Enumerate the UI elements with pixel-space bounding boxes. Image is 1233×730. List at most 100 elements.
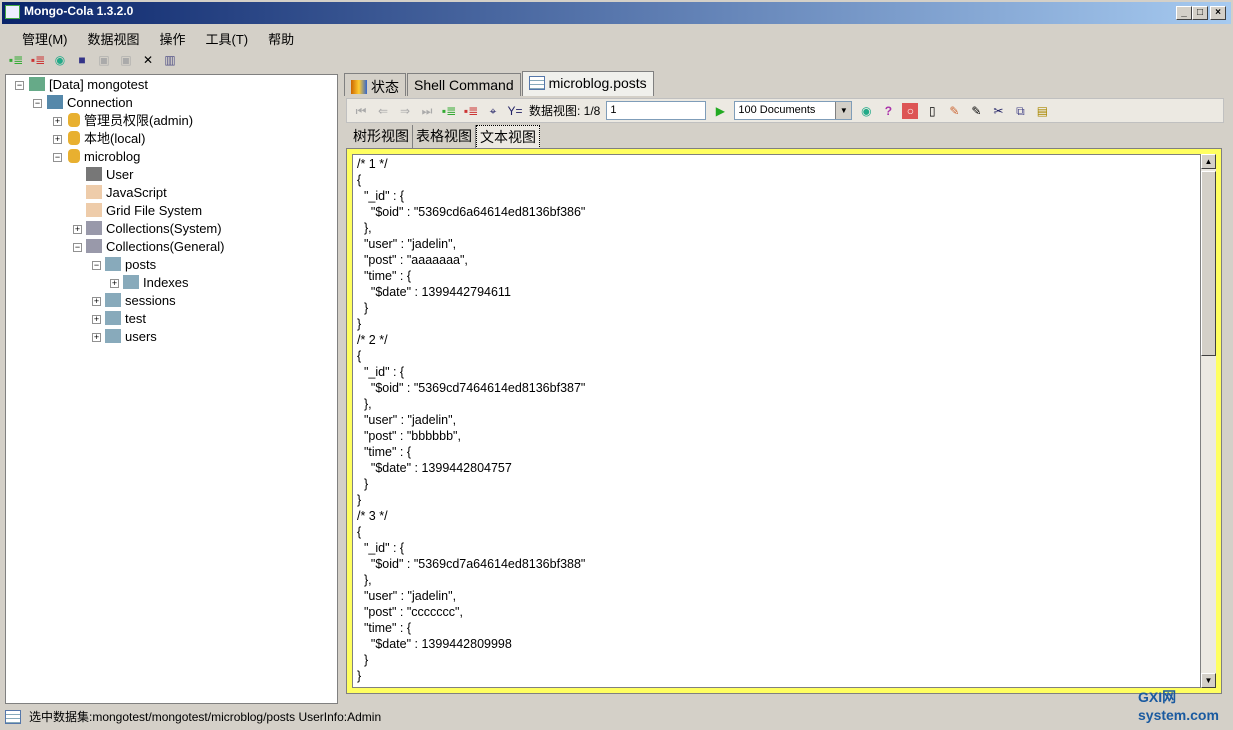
tree-node-label: microblog (84, 149, 141, 164)
expand-icon[interactable]: + (53, 117, 62, 126)
tree-node[interactable]: + 本地(local) (53, 130, 145, 148)
first-page-icon[interactable]: ⏮ (353, 103, 369, 119)
next-page-icon[interactable]: ⇒ (397, 103, 413, 119)
scroll-up-icon[interactable]: ▲ (1201, 154, 1216, 169)
tree-node[interactable]: − Connection (33, 94, 133, 112)
refresh-icon[interactable]: ◉ (858, 103, 874, 119)
collapse-icon[interactable]: − (92, 261, 101, 270)
tree-node[interactable]: Grid File System (86, 202, 202, 220)
remove-doc-icon[interactable]: ▪≣ (463, 103, 479, 119)
tools-icon[interactable]: ✕ (140, 52, 156, 68)
text-line: }, (357, 221, 372, 235)
close-button[interactable]: × (1210, 6, 1226, 20)
filter-icon[interactable]: Y= (507, 103, 523, 119)
menu-bar: 管理(M) 数据视图 操作 工具(T) 帮助 (12, 27, 304, 50)
text-line: } (357, 317, 362, 331)
table-icon (105, 257, 121, 271)
stop-icon[interactable]: ○ (902, 102, 919, 119)
database-icon (68, 131, 80, 145)
chevron-down-icon[interactable]: ▼ (835, 102, 852, 119)
cut-icon[interactable]: ✂ (990, 103, 1006, 119)
page-input[interactable]: 1 (606, 101, 707, 120)
text-line: "$oid" : "5369cd6a64614ed8136bf386" (357, 205, 586, 219)
go-icon[interactable]: ▶ (712, 103, 728, 119)
collapse-icon[interactable]: − (33, 99, 42, 108)
status-bar: 选中数据集:mongotest/mongotest/microblog/post… (5, 708, 381, 725)
disabled-edit-icon[interactable]: ▣ (96, 52, 112, 68)
expand-icon[interactable]: + (92, 315, 101, 324)
tree-node[interactable]: + Indexes (110, 274, 189, 292)
collapse-icon[interactable]: − (73, 243, 82, 252)
tree-node[interactable]: + sessions (92, 292, 176, 310)
expand-icon[interactable]: + (92, 297, 101, 306)
tree-node[interactable]: + test (92, 310, 146, 328)
tree-node-label: JavaScript (106, 185, 167, 200)
expand-icon[interactable]: + (92, 333, 101, 342)
copy-icon[interactable]: ⧉ (1012, 103, 1028, 119)
tree-node[interactable]: − Collections(General) (73, 238, 225, 256)
tab-text-view[interactable]: 文本视图 (476, 125, 540, 149)
menu-dataview[interactable]: 数据视图 (78, 27, 150, 50)
text-line: /* 2 */ (357, 333, 388, 347)
page-label: 数据视图: 1/8 (529, 104, 601, 118)
menu-tools[interactable]: 工具(T) (196, 27, 259, 50)
documents-per-page-select[interactable]: 100 Documents ▼ (734, 101, 853, 120)
collapse-icon[interactable]: − (53, 153, 62, 162)
delete-doc-icon[interactable]: ✎ (946, 103, 962, 119)
menu-manage[interactable]: 管理(M) (12, 27, 78, 50)
text-line: "_id" : { (357, 541, 405, 555)
last-page-icon[interactable]: ⏭ (419, 103, 435, 119)
paste-icon[interactable]: ▤ (1034, 103, 1050, 119)
text-line: "user" : "jadelin", (357, 237, 457, 251)
vertical-scrollbar[interactable]: ▲ ▼ (1201, 154, 1216, 688)
tree-node[interactable]: + users (92, 328, 157, 346)
menu-operation[interactable]: 操作 (150, 27, 196, 50)
server-icon (29, 77, 45, 91)
text-line: "post" : "ccccccc", (357, 605, 463, 619)
tree-node[interactable]: User (86, 166, 133, 184)
data-toolbar: ⏮ ⇐ ⇒ ⏭ ▪≣ ▪≣ ⌖ Y= 数据视图: 1/8 1 ▶ 100 Doc… (346, 98, 1224, 123)
text-line: }, (357, 573, 372, 587)
scroll-down-icon[interactable]: ▼ (1201, 673, 1216, 688)
binoculars-icon[interactable]: ⌖ (485, 103, 501, 119)
expand-icon[interactable]: + (53, 135, 62, 144)
tree-node[interactable]: + Collections(System) (73, 220, 222, 238)
tree-node-label: Collections(System) (106, 221, 222, 236)
tab-tree-view[interactable]: 树形视图 (350, 125, 413, 149)
book-icon[interactable]: ▥ (162, 52, 178, 68)
tree-node[interactable]: − posts (92, 256, 156, 274)
tree-node[interactable]: − [Data] mongotest (15, 76, 148, 94)
remove-connection-icon[interactable]: ▪≣ (30, 52, 46, 68)
tab-table-view[interactable]: 表格视图 (413, 125, 476, 149)
tab-shell-command[interactable]: Shell Command (407, 73, 521, 96)
refresh-icon[interactable]: ◉ (52, 52, 68, 68)
disabled-stop-icon[interactable]: ▣ (118, 52, 134, 68)
tree-node[interactable]: − microblog (53, 148, 141, 166)
json-text-area[interactable]: /* 1 */ { "_id" : { "$oid" : "5369cd6a646… (352, 154, 1201, 688)
help-icon[interactable]: ? (880, 103, 896, 119)
tree-node[interactable]: + 管理员权限(admin) (53, 112, 193, 130)
window-icon[interactable]: ■ (74, 52, 90, 68)
tab-status[interactable]: 状态 (344, 73, 406, 96)
menu-help[interactable]: 帮助 (258, 27, 304, 50)
expand-icon[interactable]: + (110, 279, 119, 288)
collapse-icon[interactable]: − (15, 81, 24, 90)
tab-microblog-posts[interactable]: microblog.posts (521, 71, 654, 96)
new-doc-icon[interactable]: ▯ (924, 103, 940, 119)
edit-doc-icon[interactable]: ✎ (968, 103, 984, 119)
expand-icon[interactable]: + (73, 225, 82, 234)
connection-tree[interactable]: − [Data] mongotest − Connection + 管理员权限(admin… (5, 74, 338, 704)
prev-page-icon[interactable]: ⇐ (375, 103, 391, 119)
tree-node-label: Indexes (143, 275, 189, 290)
maximize-button[interactable]: □ (1192, 6, 1208, 20)
tree-node[interactable]: JavaScript (86, 184, 167, 202)
minimize-button[interactable]: _ (1176, 6, 1192, 20)
add-connection-icon[interactable]: ▪≣ (8, 52, 24, 68)
add-doc-icon[interactable]: ▪≣ (441, 103, 457, 119)
status-text: 选中数据集:mongotest/mongotest/microblog/post… (29, 710, 382, 724)
scroll-thumb[interactable] (1201, 171, 1216, 356)
tree-node-label: Grid File System (106, 203, 203, 218)
tree-node-label: Connection (67, 95, 133, 110)
text-line: "post" : "aaaaaaa", (357, 253, 468, 267)
text-line: /* 3 */ (357, 509, 388, 523)
